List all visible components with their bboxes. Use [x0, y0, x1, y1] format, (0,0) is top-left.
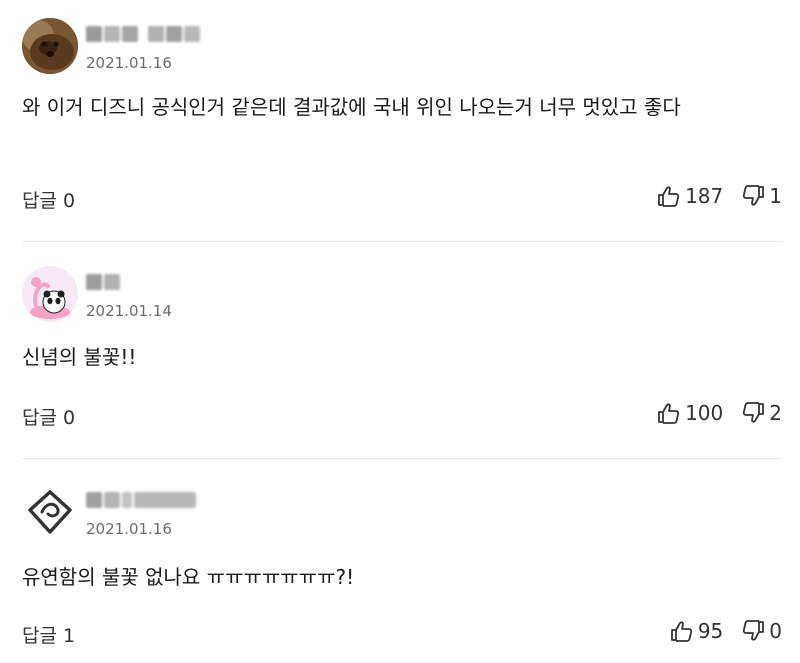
reactions: 100 2: [657, 401, 782, 425]
dislike-count: 1: [769, 184, 782, 208]
avatar-animal-image: [22, 18, 78, 74]
divider: [22, 458, 782, 459]
comment-text: 유연함의 불꽃 없나요 ㅠㅠㅠㅠㅠㅠㅠ?!: [22, 565, 355, 589]
reactions: 95 0: [670, 619, 782, 643]
like-count: 100: [685, 401, 724, 425]
dislike-count: 2: [769, 401, 782, 425]
comment-text: 와 이거 디즈니 공식인거 같은데 결과값에 국내 위인 나오는거 너무 멋있고…: [22, 95, 681, 119]
like-count: 187: [685, 184, 724, 208]
username-blurred[interactable]: [86, 24, 200, 44]
thumbs-up-icon[interactable]: [670, 620, 694, 642]
avatar-panda-flamingo-image: [22, 266, 78, 322]
thumbs-up-icon[interactable]: [657, 185, 681, 207]
thumbs-up-icon[interactable]: [657, 402, 681, 424]
like-count: 95: [697, 619, 724, 643]
reply-button[interactable]: 답글 0: [22, 186, 75, 213]
reactions: 187 1: [657, 184, 782, 208]
comment-date: 2021.01.16: [86, 520, 172, 538]
avatar[interactable]: [22, 266, 78, 322]
avatar[interactable]: [22, 484, 78, 540]
avatar[interactable]: [22, 18, 78, 74]
comment-date: 2021.01.16: [86, 54, 172, 72]
reply-button[interactable]: 답글 0: [22, 403, 75, 430]
thumbs-down-icon[interactable]: [741, 185, 765, 207]
thumbs-down-icon[interactable]: [741, 620, 765, 642]
reply-button[interactable]: 답글 1: [22, 621, 75, 648]
dislike-count: 0: [769, 619, 782, 643]
avatar-logo-image: [22, 484, 78, 540]
thumbs-down-icon[interactable]: [741, 402, 765, 424]
divider: [22, 241, 782, 242]
username-blurred[interactable]: [86, 490, 196, 510]
username-blurred[interactable]: [86, 272, 120, 292]
comment-text: 신념의 불꽃!!: [22, 345, 137, 369]
comment-date: 2021.01.14: [86, 302, 172, 320]
